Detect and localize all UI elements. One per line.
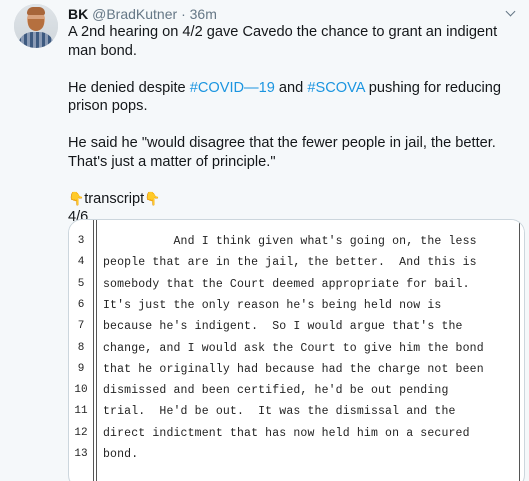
transcript-line: 3 And I think given what's going on, the… <box>69 231 524 252</box>
tweet-text-segment: He denied despite <box>68 79 190 96</box>
avatar-shirt <box>18 32 54 48</box>
line-text: somebody that the Court deemed appropria… <box>103 277 470 291</box>
line-text: because he's indigent. So I would argue … <box>103 320 463 334</box>
transcript-line: 8 change, and I would ask the Court to gi… <box>69 338 524 359</box>
tweet-paragraph-3: He said he "would disagree that the fewe… <box>68 135 496 170</box>
line-number: 7 <box>77 320 85 333</box>
avatar[interactable] <box>14 4 58 48</box>
pointing-down-icon: 👇 <box>144 190 161 206</box>
transcript-line: 5 somebody that the Court deemed appropri… <box>69 274 524 295</box>
tweet-paragraph-2: He denied despite #COVID—19 and #SCOVA p… <box>68 79 518 116</box>
transcript-line: 4 people that are in the jail, the better… <box>69 252 524 273</box>
transcript-line: 10 dismissed and been certified, he'd be … <box>69 380 524 401</box>
tweet-paragraph-4: 👇transcript👇 <box>68 190 518 209</box>
line-number: 10 <box>74 384 88 397</box>
hashtag-covid19[interactable]: #COVID—19 <box>190 80 275 96</box>
transcript-line: 12 direct indictment that has now held hi… <box>69 423 524 444</box>
tweet-paragraph-1: A 2nd hearing on 4/2 gave Cavedo the cha… <box>68 24 498 59</box>
avatar-hair <box>27 7 45 15</box>
line-text: people that are in the jail, the better.… <box>103 256 477 270</box>
transcript-image[interactable]: 3 And I think given what's going on, the… <box>68 219 525 481</box>
chevron-down-icon[interactable] <box>505 8 517 16</box>
line-text: change, and I would ask the Court to giv… <box>103 341 484 355</box>
tweet-text: A 2nd hearing on 4/2 gave Cavedo the cha… <box>68 23 518 227</box>
line-number: 5 <box>77 277 85 290</box>
line-number: 4 <box>77 256 85 269</box>
line-text: dismissed and been certified, he'd be ou… <box>103 384 449 398</box>
pointing-down-icon: 👇 <box>68 190 85 206</box>
transcript-line: 7 because he's indigent. So I would argue… <box>69 316 524 337</box>
transcript-line: 13 bond. <box>69 444 524 465</box>
tweet-text-segment: and <box>274 79 308 96</box>
line-text: that he originally had because had the c… <box>103 362 484 376</box>
line-number: 11 <box>74 405 88 418</box>
transcript-line: 11 trial. He'd be out. It was the dismiss… <box>69 401 524 422</box>
transcript-label: transcript <box>84 190 145 207</box>
timestamp[interactable]: 36m <box>190 6 217 22</box>
line-text: trial. He'd be out. It was the dismissal… <box>103 405 456 419</box>
line-number: 8 <box>77 341 85 354</box>
author-name[interactable]: BK <box>68 6 88 22</box>
tweet[interactable]: BK @BradKutner · 36m A 2nd hearing on 4/… <box>0 0 529 481</box>
hashtag-scova[interactable]: #SCOVA <box>307 80 364 96</box>
line-text: bond. <box>103 448 139 461</box>
line-number: 9 <box>77 362 85 375</box>
line-text: It's just the only reason he's being hel… <box>103 298 442 312</box>
tweet-header: BK @BradKutner · 36m <box>68 5 217 23</box>
separator-dot: · <box>181 6 186 22</box>
line-text: And I think given what's going on, the l… <box>103 235 477 248</box>
transcript-line: 9 that he originally had because had the … <box>69 359 524 380</box>
line-number: 6 <box>77 298 85 311</box>
line-text: direct indictment that has now held him … <box>103 426 470 440</box>
transcript-line: 6 It's just the only reason he's being he… <box>69 295 524 316</box>
line-number: 13 <box>74 448 88 460</box>
author-handle[interactable]: @BradKutner <box>92 6 177 22</box>
line-number: 3 <box>77 235 85 247</box>
line-number: 12 <box>74 426 88 439</box>
